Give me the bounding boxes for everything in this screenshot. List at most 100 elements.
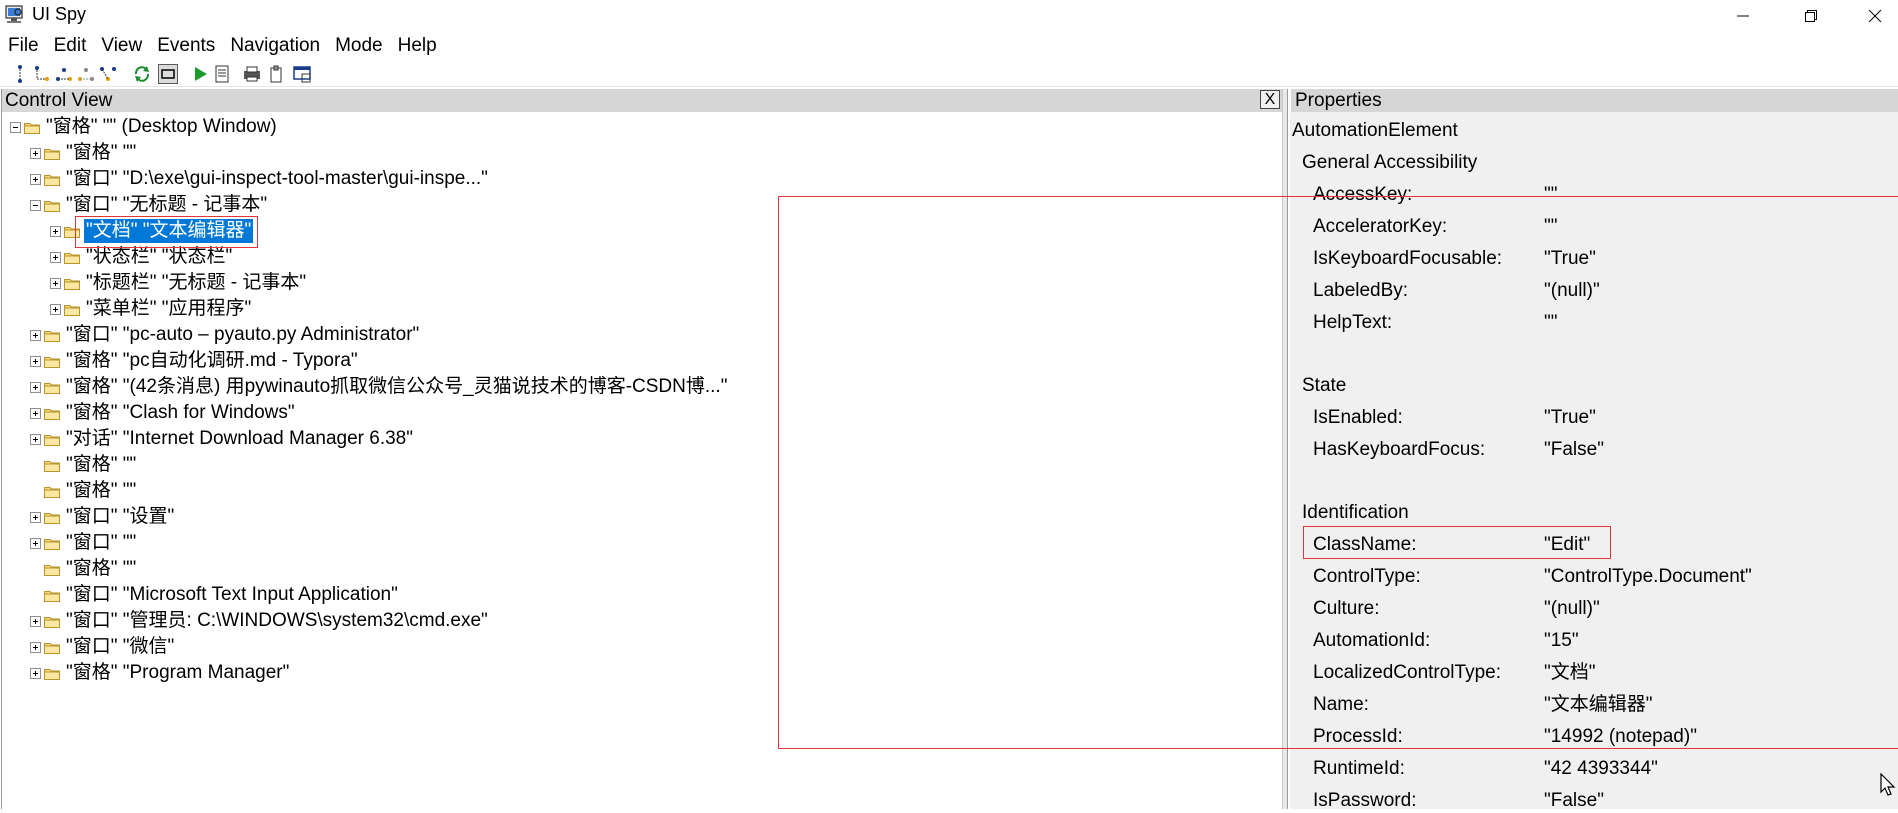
tree-node[interactable]: "窗格" "" [30, 556, 138, 582]
tree-next-sibling-icon[interactable] [54, 64, 74, 84]
tree-node-label: "窗格" "" [66, 454, 137, 475]
expand-icon[interactable] [30, 173, 41, 185]
title-bar: UI Spy [0, 0, 1898, 31]
expand-icon[interactable] [30, 537, 41, 549]
expand-icon[interactable] [50, 225, 61, 237]
folder-icon [44, 148, 60, 160]
tree-node[interactable]: "窗口" "D:\exe\gui-inspect-tool-master\gui… [30, 166, 490, 192]
tree-node-label: "窗口" "D:\exe\gui-inspect-tool-master\gui… [66, 168, 488, 189]
restore-button[interactable] [1788, 0, 1834, 31]
report-icon[interactable] [212, 64, 232, 84]
expand-icon[interactable] [50, 277, 61, 289]
tree-node[interactable]: "窗格" "" (Desktop Window) [10, 114, 279, 140]
expand-icon[interactable] [30, 641, 41, 653]
tree-node[interactable]: "窗格" "" [30, 140, 138, 166]
tree-node[interactable]: "对话" "Internet Download Manager 6.38" [30, 426, 415, 452]
property-name: HasKeyboardFocus: [1313, 439, 1486, 460]
property-value: "Edit" [1544, 534, 1591, 555]
tree-node-label: "窗格" "" (Desktop Window) [46, 116, 277, 137]
properties-section-title: State [1302, 375, 1347, 396]
property-name: IsKeyboardFocusable: [1313, 248, 1503, 269]
tree-node[interactable]: "窗格" "Program Manager" [30, 660, 291, 686]
pane-splitter[interactable] [1282, 89, 1288, 809]
tree-node[interactable]: "窗口" "设置" [30, 504, 176, 530]
collapse-icon[interactable] [10, 121, 21, 133]
collapse-icon[interactable] [30, 199, 41, 211]
close-pane-button[interactable]: X [1260, 90, 1280, 109]
tree-node[interactable]: "窗口" "Microsoft Text Input Application" [30, 582, 400, 608]
tree-node[interactable]: "窗格" "pc自动化调研.md - Typora" [30, 348, 360, 374]
menu-navigation[interactable]: Navigation [222, 33, 327, 59]
control-view-header: Control View X [2, 89, 1282, 112]
toolbar [0, 62, 1898, 87]
run-icon[interactable] [190, 64, 210, 84]
print-icon[interactable] [242, 64, 262, 84]
property-name: AutomationId: [1313, 630, 1431, 651]
tree-node[interactable]: "窗口" "pc-auto – pyauto.py Administrator" [30, 322, 421, 348]
tree-node-label: "窗口" "管理员: C:\WINDOWS\system32\cmd.exe" [66, 610, 488, 631]
menu-file[interactable]: File [0, 33, 46, 59]
folder-icon [44, 356, 60, 368]
tree-node[interactable]: "标题栏" "无标题 - 记事本" [50, 270, 308, 296]
folder-icon [44, 434, 60, 446]
folder-icon [64, 252, 80, 264]
tree-node-label: "窗格" "pc自动化调研.md - Typora" [66, 350, 358, 371]
window-title: UI Spy [32, 4, 87, 24]
clipboard-icon[interactable] [266, 64, 286, 84]
folder-icon [44, 330, 60, 342]
refresh-icon[interactable] [132, 64, 152, 84]
tree-parent-icon[interactable] [10, 64, 30, 84]
tree-node[interactable]: "窗口" "管理员: C:\WINDOWS\system32\cmd.exe" [30, 608, 490, 634]
property-value: "" [1544, 216, 1558, 237]
expand-icon[interactable] [30, 511, 41, 523]
tree-node[interactable]: "窗口" "无标题 - 记事本" [30, 192, 269, 218]
tree-node[interactable]: "窗格" "" [30, 452, 138, 478]
tree-first-child-icon[interactable] [32, 64, 52, 84]
folder-icon [44, 200, 60, 212]
property-name: ClassName: [1313, 534, 1417, 555]
menu-events[interactable]: Events [149, 33, 222, 59]
folder-icon [64, 226, 80, 238]
window-capture-icon[interactable] [292, 64, 312, 84]
expand-icon[interactable] [50, 303, 61, 315]
tree-node-label: "窗格" "" [66, 142, 137, 163]
tree-node-label: "窗格" "Program Manager" [66, 662, 290, 683]
tree-node[interactable]: "窗格" "(42条消息) 用pywinauto抓取微信公众号_灵猫说技术的博客… [30, 374, 729, 400]
tree-node[interactable]: "菜单栏" "应用程序" [50, 296, 253, 322]
property-value: "" [1544, 312, 1558, 333]
expand-icon[interactable] [50, 251, 61, 263]
tree-node[interactable]: "状态栏" "状态栏" [50, 244, 234, 270]
highlight-toggle-button[interactable] [158, 64, 178, 84]
menu-help[interactable]: Help [390, 33, 444, 59]
expand-icon[interactable] [30, 433, 41, 445]
expand-icon[interactable] [30, 147, 41, 159]
property-name: ProcessId: [1313, 726, 1403, 747]
tree-node[interactable]: "文档" "文本编辑器" [50, 218, 254, 244]
tree-prev-sibling-icon[interactable] [76, 64, 96, 84]
minimize-button[interactable] [1720, 0, 1766, 31]
close-button[interactable] [1852, 0, 1898, 31]
property-value: "ControlType.Document" [1544, 566, 1752, 587]
menu-mode[interactable]: Mode [327, 33, 390, 59]
expand-icon[interactable] [30, 355, 41, 367]
expand-icon[interactable] [30, 381, 41, 393]
folder-icon [44, 408, 60, 420]
tree-node[interactable]: "窗口" "微信" [30, 634, 176, 660]
menu-edit[interactable]: Edit [46, 33, 94, 59]
tree-node[interactable]: "窗格" "" [30, 478, 138, 504]
minimize-icon [1737, 15, 1749, 16]
tree-last-child-icon[interactable] [98, 64, 118, 84]
expand-icon[interactable] [30, 329, 41, 341]
menu-bar: File Edit View Events Navigation Mode He… [0, 33, 1898, 59]
tree-node-label-selected: "文档" "文本编辑器" [84, 219, 254, 243]
menu-view[interactable]: View [93, 33, 149, 59]
tree-node-label: "标题栏" "无标题 - 记事本" [86, 272, 307, 293]
expand-icon[interactable] [30, 615, 41, 627]
folder-icon [24, 122, 40, 134]
tree-node[interactable]: "窗格" "Clash for Windows" [30, 400, 297, 426]
expand-icon[interactable] [30, 667, 41, 679]
tree-node[interactable]: "窗口" "" [30, 530, 138, 556]
expand-icon[interactable] [30, 407, 41, 419]
properties-section-title: General Accessibility [1302, 152, 1478, 173]
property-value: "14992 (notepad)" [1544, 726, 1697, 747]
